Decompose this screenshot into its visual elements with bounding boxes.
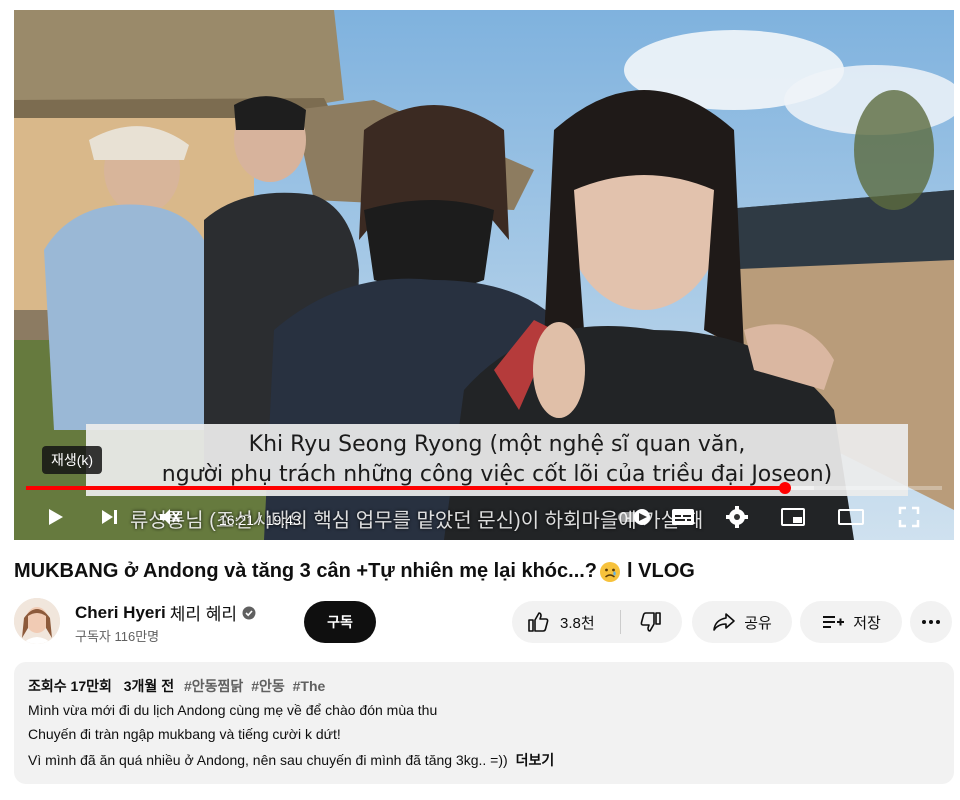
fullscreen-button[interactable] — [894, 502, 924, 532]
dislike-button[interactable] — [621, 601, 681, 643]
play-button[interactable] — [40, 502, 70, 532]
hashtag-link[interactable]: #The — [293, 678, 326, 694]
play-tooltip: 재생(k) — [42, 446, 103, 474]
description-line-3: Vì mình đã ăn quá nhiều ở Andong, nên sa… — [28, 750, 554, 770]
video-player[interactable]: Khi Ryu Seong Ryong (một nghệ sĩ quan vă… — [14, 10, 954, 540]
next-icon — [102, 510, 117, 524]
video-title-suffix: l VLOG — [627, 560, 695, 582]
view-count: 조회수 17만회 — [28, 678, 112, 694]
next-button[interactable] — [94, 502, 124, 532]
share-label: 공유 — [744, 614, 772, 632]
volume-icon — [160, 509, 180, 525]
like-count: 3.8천 — [560, 614, 595, 632]
time-current: 16:21 — [219, 512, 255, 528]
progress-bar[interactable] — [26, 482, 942, 494]
sad-face-emoji-icon — [600, 561, 621, 582]
share-button[interactable]: 공유 — [692, 601, 792, 643]
subtitles-icon — [672, 509, 694, 525]
settings-icon — [726, 506, 748, 528]
autoplay-toggle[interactable] — [614, 502, 654, 532]
channel-avatar[interactable] — [14, 598, 60, 644]
save-button[interactable]: 저장 — [800, 601, 902, 643]
thumbs-down-icon — [640, 612, 661, 632]
more-actions-button[interactable] — [910, 601, 952, 643]
like-button[interactable]: 3.8천 — [512, 601, 620, 643]
description-line-1: Mình vừa mới đi du lịch Andong cùng mẹ v… — [28, 702, 438, 718]
miniplayer-icon — [781, 508, 805, 526]
hashtag-link[interactable]: #안동 — [251, 678, 285, 694]
verified-badge-icon — [242, 606, 256, 619]
channel-name[interactable]: Cheri Hyeri 체리 혜리 — [75, 600, 256, 625]
mute-button[interactable] — [154, 502, 184, 532]
playlist-add-icon — [823, 616, 845, 628]
video-title: MUKBANG ở Andong và tăng 3 cân +Tự nhiên… — [14, 560, 695, 583]
player-controls: 16:21 / 19:43 — [14, 494, 954, 540]
theater-icon — [838, 509, 864, 525]
like-dislike-group: 3.8천 — [512, 601, 682, 643]
channel-name-korean[interactable]: 체리 혜리 — [170, 600, 237, 625]
theater-mode-button[interactable] — [836, 502, 866, 532]
avatar-image — [14, 598, 60, 644]
description-meta: 조회수 17만회 3개월 전 #안동찜닭 #안동 #The — [28, 676, 325, 696]
miniplayer-button[interactable] — [778, 502, 808, 532]
description-line-2: Chuyến đi tràn ngập mukbang và tiếng cườ… — [28, 726, 341, 742]
description-box[interactable]: 조회수 17만회 3개월 전 #안동찜닭 #안동 #The Mình vừa m… — [14, 662, 954, 784]
description-line-3-text: Vì mình đã ăn quá nhiều ở Andong, nên sa… — [28, 752, 508, 768]
show-more-link[interactable]: 더보기 — [516, 752, 555, 768]
play-icon — [49, 509, 63, 525]
time-display: 16:21 / 19:43 — [219, 512, 301, 528]
upload-date: 3개월 전 — [123, 678, 175, 694]
settings-button[interactable] — [722, 502, 752, 532]
share-arrow-icon — [713, 613, 735, 631]
time-total: 19:43 — [265, 512, 301, 528]
video-title-text: MUKBANG ở Andong và tăng 3 cân +Tự nhiên… — [14, 560, 598, 582]
channel-name-text[interactable]: Cheri Hyeri — [75, 603, 166, 623]
autoplay-toggle-icon — [618, 509, 650, 525]
thumbs-up-icon — [528, 612, 549, 632]
more-horizontal-icon — [922, 620, 940, 624]
fullscreen-icon — [898, 506, 920, 528]
subscribe-button[interactable]: 구독 — [304, 601, 376, 643]
subscriber-count: 구독자 116만명 — [75, 629, 160, 644]
subtitle-line-1: Khi Ryu Seong Ryong (một nghệ sĩ quan vă… — [248, 432, 746, 457]
subtitles-button[interactable] — [668, 502, 698, 532]
hashtag-link[interactable]: #안동찜닭 — [184, 678, 243, 694]
progress-played — [26, 486, 786, 490]
save-label: 저장 — [853, 614, 881, 632]
